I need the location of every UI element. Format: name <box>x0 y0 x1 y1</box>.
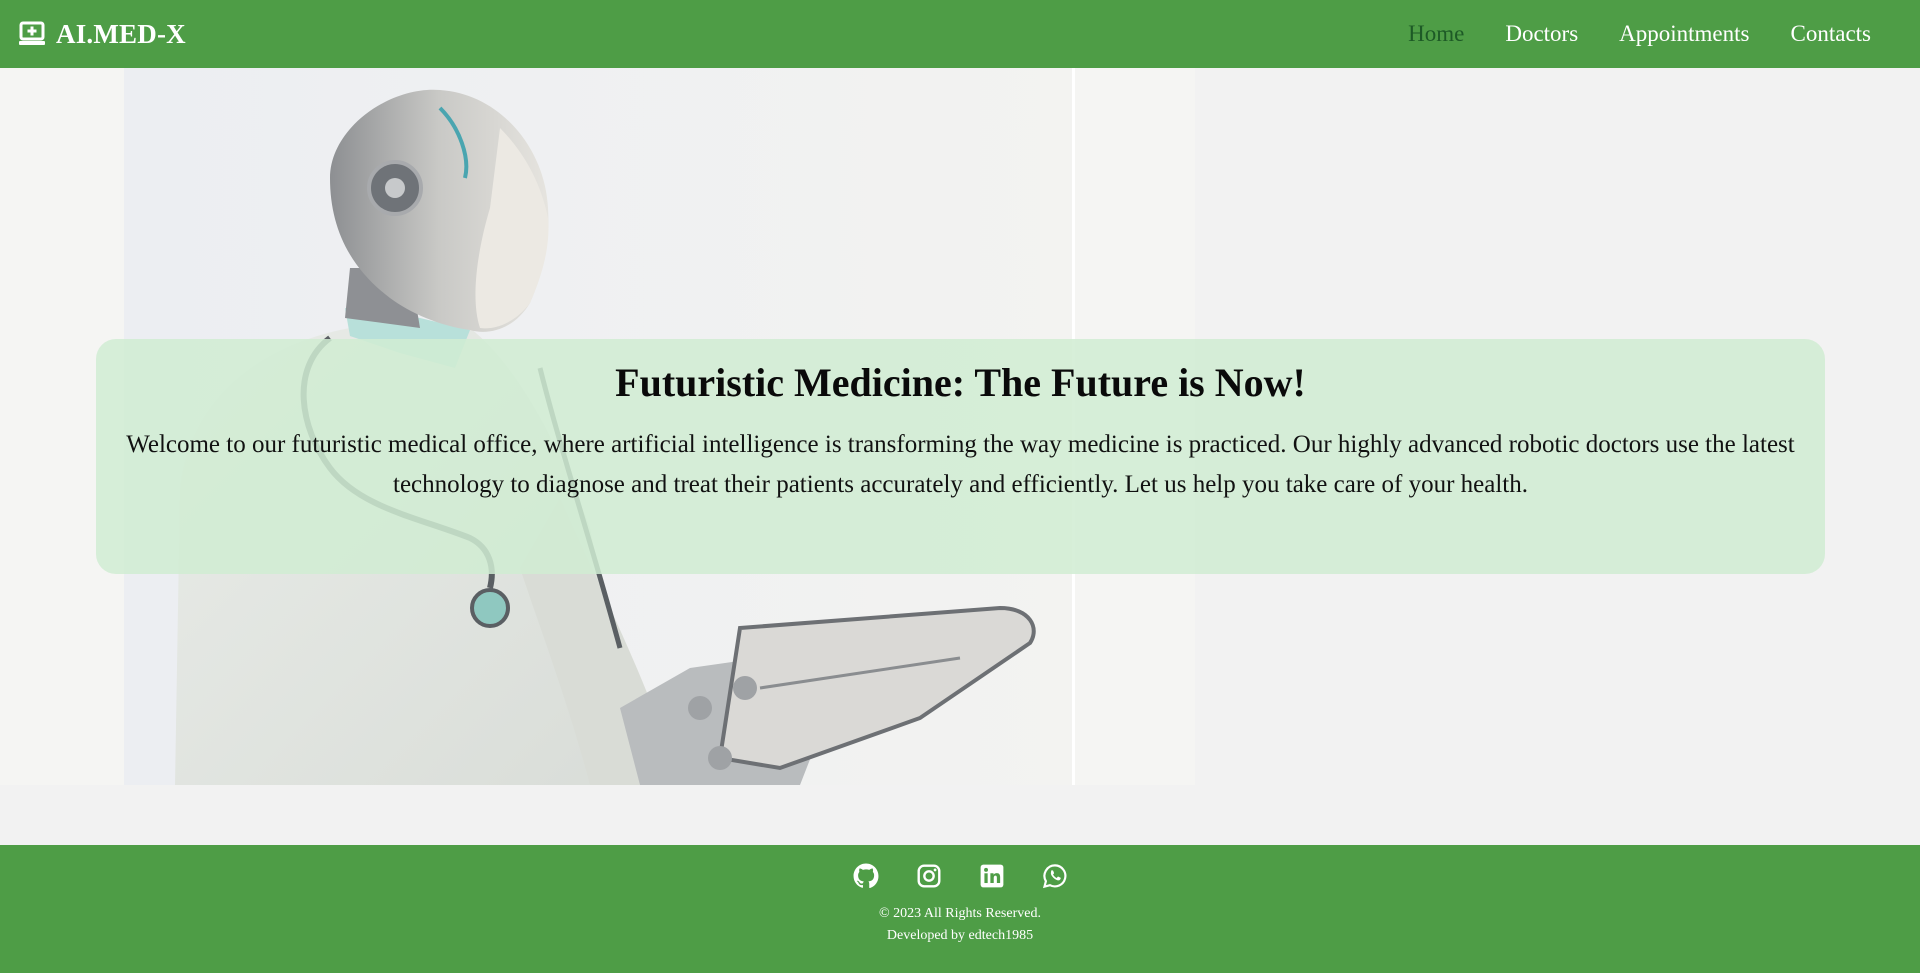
whatsapp-icon[interactable] <box>1042 863 1068 889</box>
medical-laptop-icon <box>18 20 46 48</box>
developer-credit: Developed by edtech1985 <box>886 928 1034 943</box>
brand-link[interactable]: AI.MED-X <box>18 19 186 50</box>
nav-link-contacts[interactable]: Contacts <box>1791 21 1872 47</box>
copyright-text: © 2023 All Rights Reserved. <box>879 906 1041 921</box>
nav-link-appointments[interactable]: Appointments <box>1619 21 1749 47</box>
nav-link-home[interactable]: Home <box>1408 21 1464 47</box>
nav-link-doctors[interactable]: Doctors <box>1505 21 1578 47</box>
brand-name: AI.MED-X <box>56 18 186 49</box>
hero-description: Welcome to our futuristic medical office… <box>126 431 1795 498</box>
instagram-icon[interactable] <box>916 863 942 889</box>
hero-title: Futuristic Medicine: The Future is Now! <box>615 360 1306 405</box>
main-nav: Home Doctors Appointments Contacts <box>1408 21 1890 47</box>
footer: © 2023 All Rights Reserved. Developed by… <box>0 845 1920 973</box>
social-links <box>0 845 1920 889</box>
hero-card: Futuristic Medicine: The Future is Now! … <box>96 339 1825 574</box>
github-icon[interactable] <box>853 863 879 889</box>
navbar: AI.MED-X Home Doctors Appointments Conta… <box>0 0 1920 68</box>
linkedin-icon[interactable] <box>979 863 1005 889</box>
